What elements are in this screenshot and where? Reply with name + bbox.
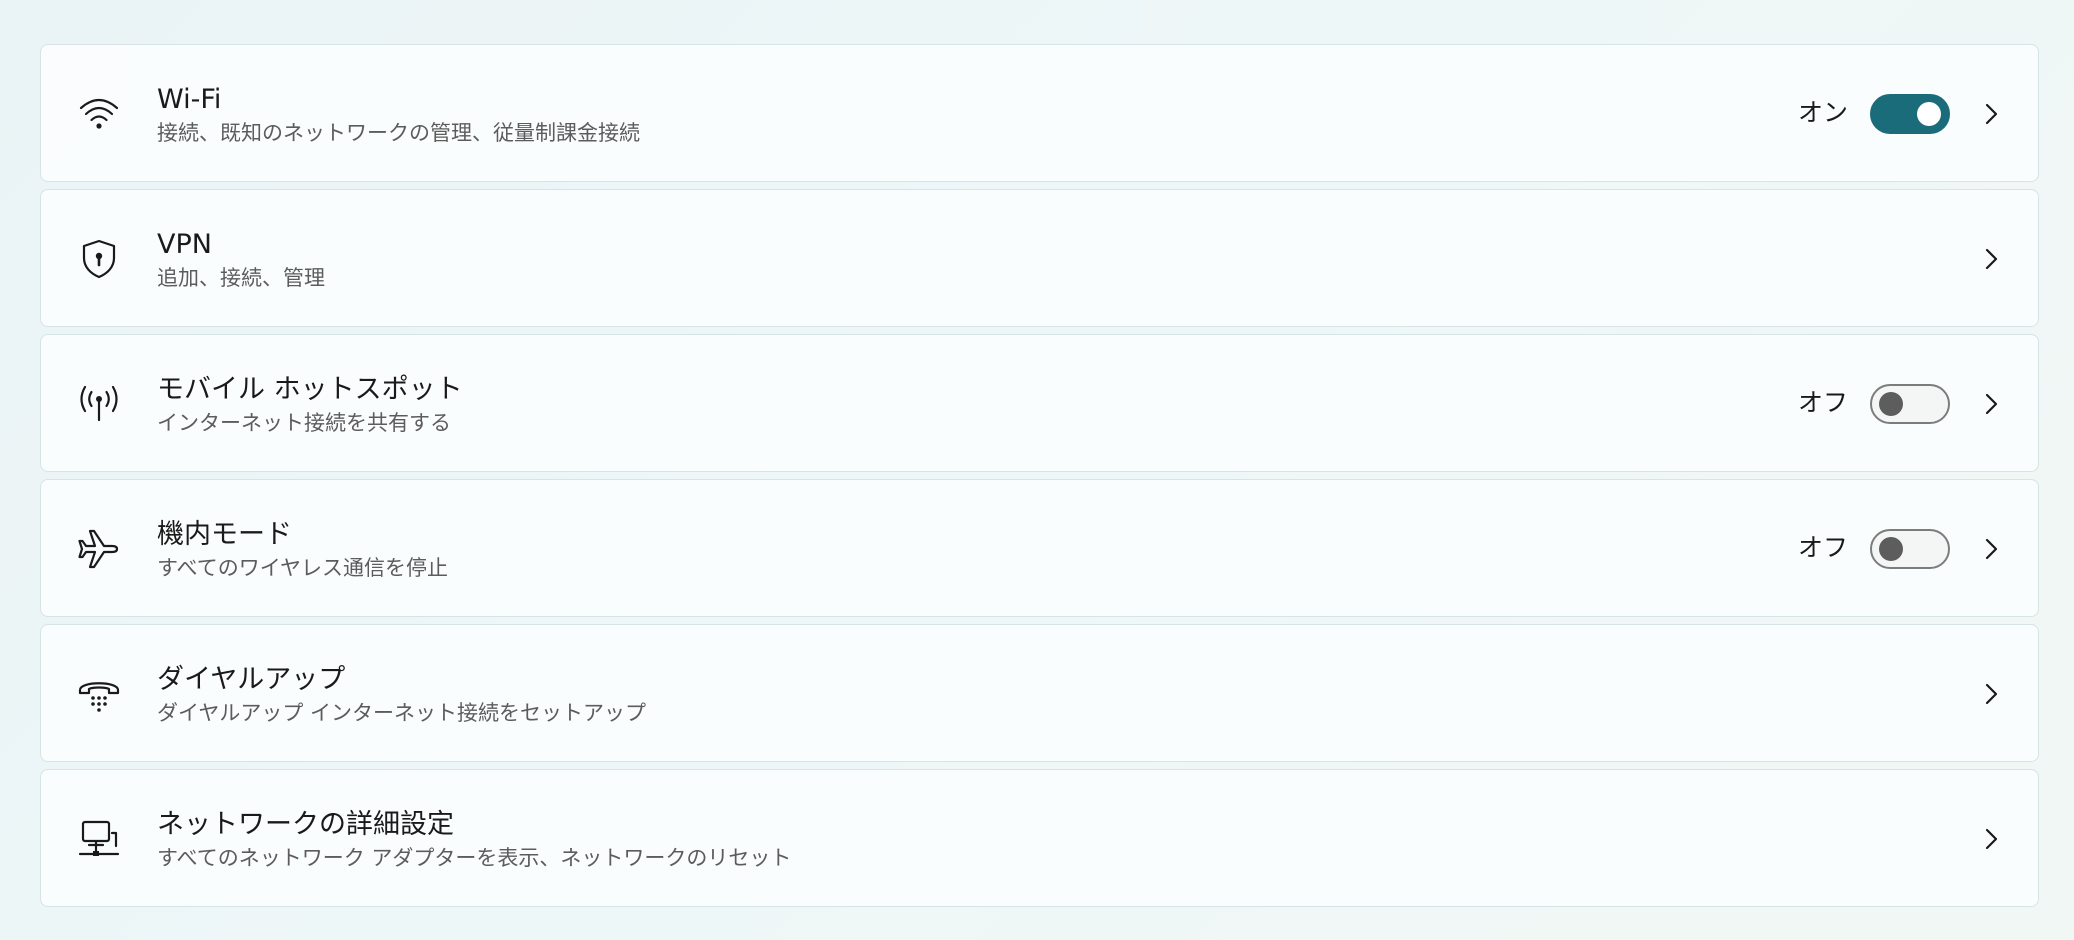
mobile-hotspot-title: モバイル ホットスポット bbox=[157, 374, 463, 405]
advanced-network-settings-subtitle: すべてのネットワーク アダプターを表示、ネットワークのリセット bbox=[157, 846, 792, 870]
vpn-subtitle: 追加、接続、管理 bbox=[157, 266, 325, 290]
wifi-toggle[interactable] bbox=[1870, 94, 1950, 134]
chevron-right-icon[interactable] bbox=[1978, 391, 2004, 417]
chevron-right-icon[interactable] bbox=[1978, 101, 2004, 127]
chevron-right-icon[interactable] bbox=[1978, 681, 2004, 707]
dialup-subtitle: ダイヤルアップ インターネット接続をセットアップ bbox=[157, 701, 647, 725]
chevron-right-icon[interactable] bbox=[1978, 826, 2004, 852]
airplane-mode-title: 機内モード bbox=[157, 519, 292, 550]
network-settings-list: Wi-Fi 接続、既知のネットワークの管理、従量制課金接続 オン VPN 追加、… bbox=[40, 44, 2039, 907]
airplane-mode-card[interactable]: 機内モード すべてのワイヤレス通信を停止 オフ bbox=[40, 479, 2039, 617]
dialup-title: ダイヤルアップ bbox=[157, 664, 346, 695]
dialup-card[interactable]: ダイヤルアップ ダイヤルアップ インターネット接続をセットアップ bbox=[40, 624, 2039, 762]
mobile-hotspot-state-label: オフ bbox=[1797, 388, 1848, 417]
advanced-network-settings-card[interactable]: ネットワークの詳細設定 すべてのネットワーク アダプターを表示、ネットワークのリ… bbox=[40, 769, 2039, 907]
airplane-mode-subtitle: すべてのワイヤレス通信を停止 bbox=[157, 556, 449, 580]
airplane-mode-toggle[interactable] bbox=[1870, 529, 1950, 569]
mobile-hotspot-card[interactable]: モバイル ホットスポット インターネット接続を共有する オフ bbox=[40, 334, 2039, 472]
wifi-card[interactable]: Wi-Fi 接続、既知のネットワークの管理、従量制課金接続 オン bbox=[40, 44, 2039, 182]
vpn-card[interactable]: VPN 追加、接続、管理 bbox=[40, 189, 2039, 327]
wifi-title: Wi-Fi bbox=[157, 84, 222, 115]
chevron-right-icon[interactable] bbox=[1978, 536, 2004, 562]
advanced-network-settings-title: ネットワークの詳細設定 bbox=[157, 809, 454, 840]
wifi-icon bbox=[75, 90, 123, 138]
chevron-right-icon[interactable] bbox=[1978, 246, 2004, 272]
wifi-toggle-knob bbox=[1917, 102, 1941, 126]
mobile-hotspot-subtitle: インターネット接続を共有する bbox=[157, 411, 451, 435]
wifi-subtitle: 接続、既知のネットワークの管理、従量制課金接続 bbox=[157, 121, 640, 145]
shield-icon bbox=[75, 235, 123, 283]
mobile-hotspot-toggle[interactable] bbox=[1870, 384, 1950, 424]
airplane-mode-state-label: オフ bbox=[1797, 533, 1848, 562]
network-adapter-icon bbox=[75, 815, 123, 863]
hotspot-icon bbox=[75, 380, 123, 428]
wifi-state-label: オン bbox=[1797, 98, 1848, 127]
dialup-phone-icon bbox=[75, 670, 123, 718]
vpn-title: VPN bbox=[157, 229, 212, 260]
mobile-hotspot-toggle-knob bbox=[1879, 392, 1903, 416]
airplane-mode-toggle-knob bbox=[1879, 537, 1903, 561]
airplane-icon bbox=[75, 525, 123, 573]
